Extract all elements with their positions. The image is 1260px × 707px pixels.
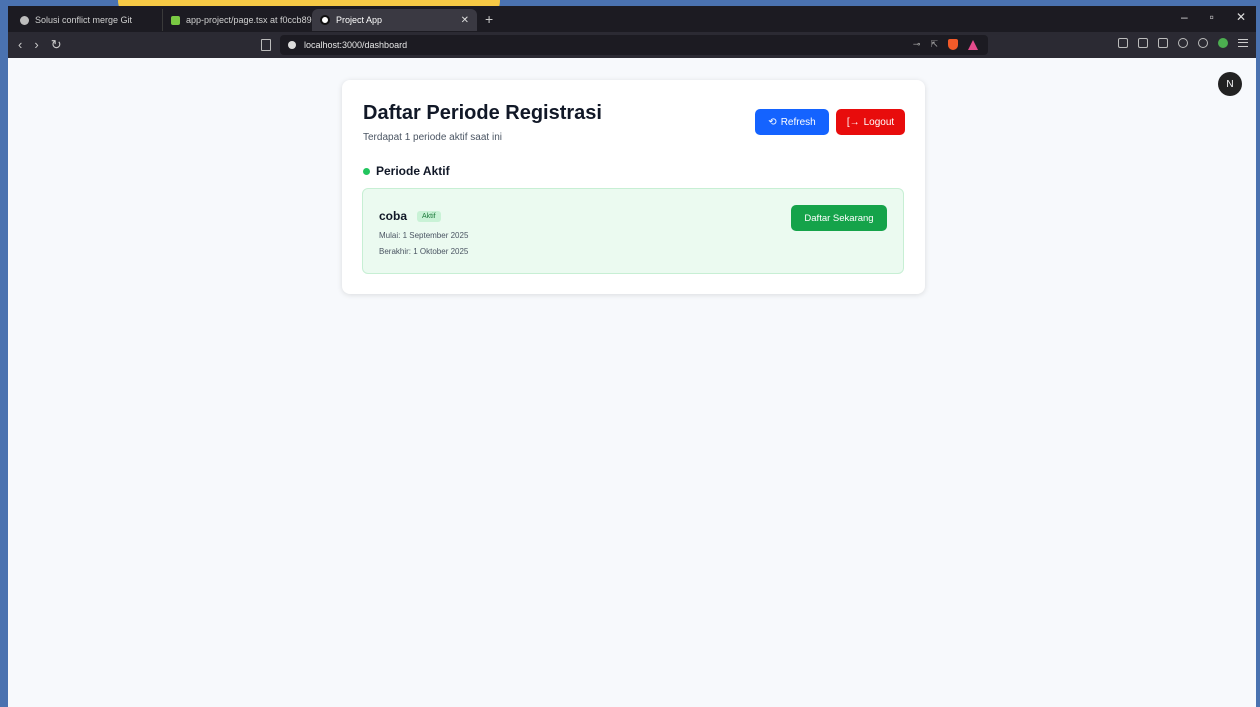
github-favicon-icon (171, 15, 180, 25)
brave-rewards-icon[interactable] (968, 39, 978, 50)
url-text[interactable]: localhost:3000/dashboard (304, 40, 407, 50)
address-bar[interactable]: localhost:3000/dashboard ⊸ ⇱ (280, 35, 988, 55)
tab-title: Project App (336, 15, 383, 25)
period-header: coba Aktif (379, 209, 441, 223)
forward-button[interactable]: › (34, 37, 38, 53)
tab-git-merge[interactable]: Solusi conflict merge Git (12, 9, 162, 31)
navigation-buttons: ‹ › ↻ (18, 37, 62, 53)
app-favicon-icon (320, 15, 330, 25)
refresh-button[interactable]: ⟲ Refresh (755, 109, 829, 135)
extensions-icon[interactable] (1178, 38, 1188, 48)
period-item: coba Aktif Mulai: 1 September 2025 Berak… (362, 188, 904, 274)
refresh-label: Refresh (780, 116, 816, 128)
key-icon[interactable]: ⊸ (913, 39, 921, 50)
reader-icon[interactable] (1158, 38, 1168, 48)
sidebar-icon[interactable] (1138, 38, 1148, 48)
section-title: Periode Aktif (376, 164, 450, 178)
minimize-button[interactable]: – (1181, 10, 1188, 24)
refresh-icon: ⟲ (768, 116, 777, 128)
maximize-button[interactable]: ▫ (1210, 10, 1214, 24)
close-tab-icon[interactable]: ✕ (461, 15, 469, 26)
share-icon[interactable]: ⇱ (930, 39, 938, 50)
register-now-button[interactable]: Daftar Sekarang (791, 205, 887, 231)
period-name: coba (379, 209, 408, 223)
window-controls: – ▫ ✕ (1181, 10, 1246, 24)
extension-icons (1118, 38, 1248, 48)
page-subtitle: Terdapat 1 periode aktif saat ini (363, 132, 502, 143)
address-bar-actions: ⊸ ⇱ (913, 39, 978, 50)
active-dot-icon (363, 167, 370, 175)
close-window-button[interactable]: ✕ (1236, 10, 1246, 24)
bookmark-icon[interactable] (261, 39, 271, 51)
registration-periods-card: Daftar Periode Registrasi Terdapat 1 per… (342, 80, 925, 294)
profile-extension-icon[interactable] (1218, 38, 1228, 48)
user-avatar[interactable]: N (1218, 72, 1242, 96)
site-favicon-icon (20, 15, 29, 25)
page-title: Daftar Periode Registrasi (363, 102, 602, 124)
logout-button[interactable]: [→ Logout (836, 109, 905, 135)
menu-icon[interactable] (1238, 39, 1248, 47)
logout-icon: [→ (846, 116, 860, 128)
tab-title: Solusi conflict merge Git (35, 15, 133, 25)
tab-project-app[interactable]: Project App ✕ (312, 9, 477, 31)
period-start-date: Mulai: 1 September 2025 (379, 231, 469, 240)
tab-strip: Solusi conflict merge Git app-project/pa… (8, 6, 1256, 32)
new-tab-button[interactable]: + (485, 11, 493, 27)
site-info-icon[interactable] (288, 41, 296, 49)
wallet-icon[interactable] (1118, 38, 1128, 48)
vpn-icon[interactable] (1198, 38, 1208, 48)
brave-shield-icon[interactable] (948, 39, 958, 50)
period-end-date: Berakhir: 1 Oktober 2025 (379, 247, 469, 256)
browser-window: Solusi conflict merge Git app-project/pa… (8, 6, 1256, 707)
tab-github-page[interactable]: app-project/page.tsx at f0ccb897e9... (162, 9, 334, 31)
active-periods-heading: Periode Aktif (363, 164, 450, 178)
reload-button[interactable]: ↻ (51, 37, 62, 53)
page-content: N Daftar Periode Registrasi Terdapat 1 p… (8, 58, 1256, 707)
browser-toolbar: ‹ › ↻ localhost:3000/dashboard ⊸ ⇱ (8, 32, 1256, 58)
back-button[interactable]: ‹ (18, 37, 22, 53)
status-badge: Aktif (417, 210, 441, 222)
logout-label: Logout (863, 116, 895, 128)
